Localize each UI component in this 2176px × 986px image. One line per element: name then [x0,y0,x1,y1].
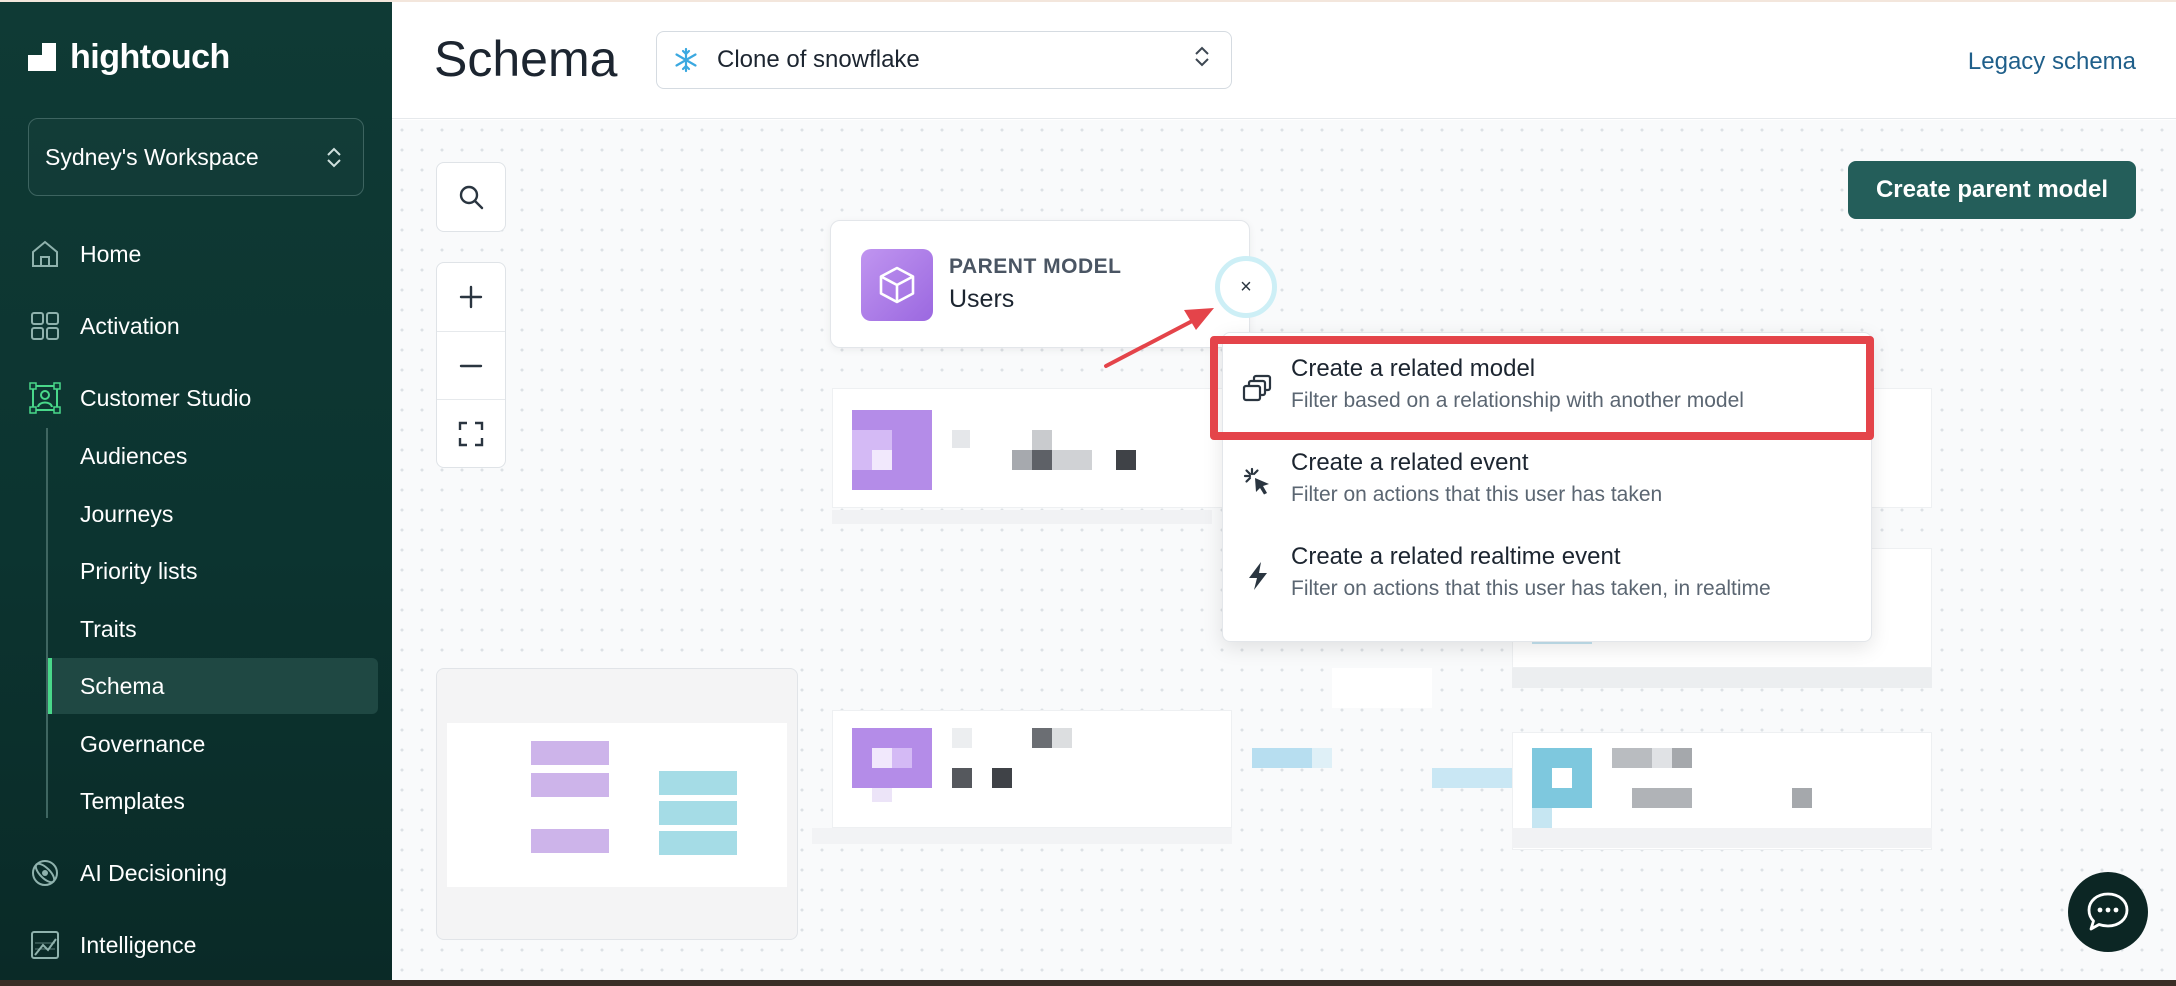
menu-item-description: Filter on actions that this user has tak… [1291,483,1663,506]
fit-view-button[interactable] [437,399,505,467]
minimap-node [659,771,737,795]
minimap-node [659,801,737,825]
search-control [436,162,506,232]
nav-ai-decisioning-label: AI Decisioning [80,859,228,886]
minimap-node [659,831,737,855]
fullscreen-icon [458,421,484,446]
parent-model-name: Users [949,285,1015,313]
lightning-icon [1241,559,1275,593]
search-button[interactable] [437,163,505,231]
chevron-up-down-icon [1195,46,1209,67]
minus-icon [459,364,483,367]
chat-bubble-icon [2087,892,2129,931]
activation-icon [28,309,62,343]
close-menu-button[interactable]: × [1215,256,1277,318]
nav-activation[interactable]: Activation [28,304,180,348]
menu-item-description: Filter on actions that this user has tak… [1291,577,1771,600]
brand-name: hightouch [70,38,230,76]
zoom-out-button[interactable] [437,331,505,399]
source-select-value: Clone of snowflake [717,46,920,73]
schema-canvas[interactable]: Create parent model PARENT MODEL Users ×… [392,120,2176,980]
menu-item-related-model[interactable]: Create a related model Filter based on a… [1223,341,1873,433]
menu-item-description: Filter based on a relationship with anot… [1291,389,1744,412]
menu-item-related-event[interactable]: Create a related event Filter on actions… [1223,435,1873,527]
brand-logo[interactable]: hightouch [28,38,230,77]
related-model-icon [1241,371,1275,405]
legacy-schema-link[interactable]: Legacy schema [1968,48,2136,76]
nav-audiences[interactable]: Audiences [48,428,378,484]
search-icon [459,185,484,210]
main-area: Schema Clone of snowflake Legacy schema … [392,2,2176,980]
snowflake-icon [673,47,701,73]
menu-item-related-realtime-event[interactable]: Create a related realtime event Filter o… [1223,529,1873,621]
parent-model-label: PARENT MODEL [949,255,1122,278]
create-parent-model-button[interactable]: Create parent model [1848,161,2136,219]
zoom-in-button[interactable] [437,263,505,331]
workspace-name: Sydney's Workspace [45,143,259,170]
nav-customer-studio-label: Customer Studio [80,384,252,411]
chat-support-button[interactable] [2068,872,2148,952]
menu-item-title: Create a related event [1291,449,1529,476]
nav-traits[interactable]: Traits [48,601,378,657]
nav-intelligence[interactable]: Intelligence [28,923,196,967]
add-relation-menu: Create a related model Filter based on a… [1222,332,1872,642]
menu-item-title: Create a related model [1291,355,1536,382]
intelligence-icon [28,928,62,962]
home-icon [28,237,62,271]
nav-priority-lists[interactable]: Priority lists [48,543,378,599]
nav-activation-label: Activation [80,312,180,339]
ai-decisioning-icon [28,856,62,890]
minimap[interactable] [436,668,798,940]
menu-item-title: Create a related realtime event [1291,543,1621,570]
minimap-node [531,829,609,853]
nav-journeys[interactable]: Journeys [48,486,378,542]
nav-customer-studio[interactable]: Customer Studio [28,376,251,420]
workspace-switcher[interactable]: Sydney's Workspace [28,118,364,196]
close-icon: × [1240,275,1252,298]
app-window: hightouch Sydney's Workspace Home Activa… [0,0,2176,980]
chevron-up-down-icon [327,147,341,168]
sidebar: hightouch Sydney's Workspace Home Activa… [0,2,392,980]
zoom-controls [436,262,506,468]
nav-home[interactable]: Home [28,232,141,276]
nav-templates[interactable]: Templates [48,773,378,829]
nav-ai-decisioning[interactable]: AI Decisioning [28,851,227,895]
nav-schema[interactable]: Schema [48,658,378,714]
cube-icon [861,249,933,321]
minimap-node [531,773,609,797]
nav-home-label: Home [80,240,142,267]
page-title: Schema [434,31,618,87]
annotation-arrow-icon [1104,308,1214,368]
source-select[interactable]: Clone of snowflake [656,31,1232,89]
nav-governance[interactable]: Governance [48,716,378,772]
header-bar: Schema Clone of snowflake Legacy schema [392,2,2176,119]
nav-intelligence-label: Intelligence [80,931,197,958]
customer-studio-icon [28,381,62,415]
click-cursor-icon [1241,465,1275,499]
plus-icon [459,285,483,309]
hightouch-logo-icon [28,42,58,73]
minimap-node [531,741,609,765]
